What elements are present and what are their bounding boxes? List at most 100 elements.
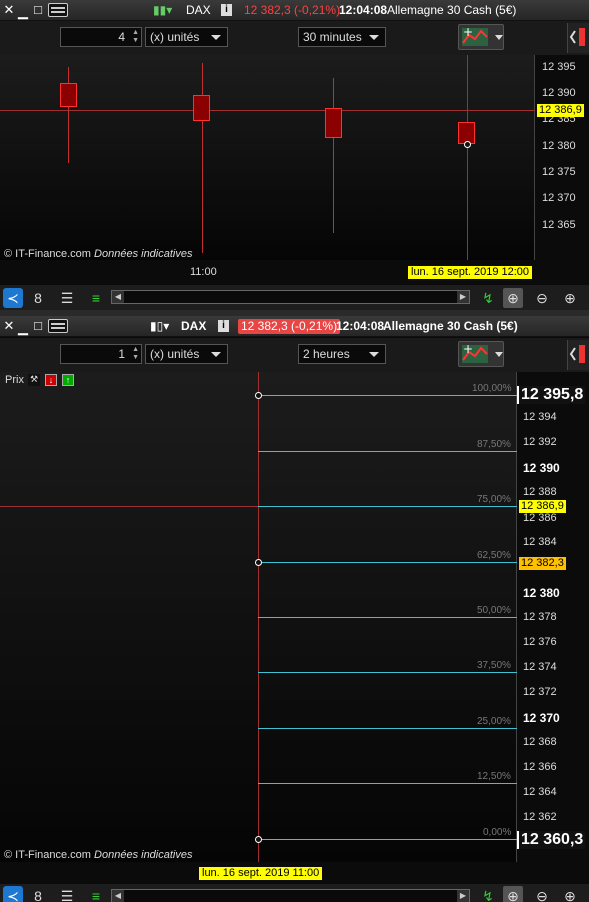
fib-line-75[interactable]	[258, 506, 517, 507]
y-tick-label: 12 390	[523, 461, 560, 475]
chart2-plot-area[interactable]: Prix ⚒ ↓ ↑ 100,00% 87,50% 75,00% 62,50% …	[0, 372, 517, 862]
price-crosshair-horizontal	[0, 110, 535, 111]
fib-label-37: 37,50%	[477, 660, 511, 671]
zoom-in-icon[interactable]: ⊕	[560, 886, 580, 902]
price-pane-label: Prix	[5, 374, 24, 386]
instrument-name[interactable]: DAX	[186, 3, 211, 18]
wrench-icon[interactable]: ⚒	[28, 374, 40, 386]
units-type-dropdown[interactable]: (x) unités	[145, 27, 228, 47]
maximize-icon[interactable]: □	[31, 2, 45, 18]
candle-bar[interactable]	[60, 83, 77, 107]
price-change: 12 382,3 (-0,21%)	[244, 3, 341, 17]
fib-line-50[interactable]	[258, 617, 517, 618]
fib-label-87: 87,50%	[477, 439, 511, 450]
svg-text:+: +	[463, 342, 473, 356]
chart1-time-axis[interactable]: 11:00 lun. 16 sept. 2019 12:00	[0, 260, 535, 282]
order-book-icon[interactable]: ≡	[86, 288, 106, 308]
fib-line-37[interactable]	[258, 672, 517, 673]
y-tick-label: 12 366	[523, 761, 557, 773]
order-book-icon[interactable]: ≡	[86, 886, 106, 902]
keyboard-icon[interactable]	[48, 319, 68, 333]
scroll-right-icon[interactable]: ▶	[457, 890, 469, 902]
info-icon[interactable]: i	[218, 320, 229, 332]
candlestick-icon[interactable]: ▮▮▾	[153, 3, 172, 18]
y-tick-label: 12 380	[542, 140, 576, 152]
chart2-price-axis[interactable]: 12 395,8 12 394 12 392 12 390 12 388 12 …	[517, 372, 589, 867]
arrow-down-icon[interactable]: ↓	[45, 374, 57, 386]
last-price-tag: 12 382,3	[519, 557, 566, 570]
y-tick-label: 12 376	[523, 636, 557, 648]
fib-line-100[interactable]	[258, 395, 517, 396]
current-price-tag: 12 386,9	[519, 500, 566, 513]
candle-bar[interactable]	[325, 108, 342, 138]
minimize-icon[interactable]: ▁	[16, 4, 30, 20]
candlestick-style-icon[interactable]: 8	[28, 288, 48, 308]
timeframe-label: 30 minutes	[303, 30, 362, 44]
indicators-button[interactable]: +	[458, 24, 504, 50]
chart2-time-axis[interactable]: lun. 16 sept. 2019 11:00	[0, 862, 517, 884]
chart1-price-axis[interactable]: 12 395 12 390 12 385 12 380 12 375 12 37…	[535, 55, 589, 265]
fib-line-87[interactable]	[258, 451, 517, 452]
list-icon[interactable]: ☰	[57, 886, 77, 902]
watermark-note: Données indicatives	[94, 849, 193, 861]
y-tick-label: 12 372	[523, 686, 557, 698]
cursor-point[interactable]	[464, 141, 471, 148]
watermark: © IT-Finance.com Données indicatives	[4, 849, 192, 861]
close-icon[interactable]: ✕	[2, 2, 16, 18]
units-value: 1	[118, 347, 125, 361]
spinner-arrows-icon[interactable]: ▲ ▼	[132, 29, 139, 45]
y-tick-label: 12 370	[523, 711, 560, 725]
close-icon[interactable]: ✕	[2, 318, 16, 334]
instrument-name[interactable]: DAX	[181, 319, 206, 334]
zoom-in-icon[interactable]: ⊕	[560, 288, 580, 308]
watermark-note: Données indicatives	[94, 248, 193, 260]
crosshair-date-tag: lun. 16 sept. 2019 12:00	[408, 266, 533, 279]
fib-label-62: 62,50%	[477, 550, 511, 561]
maximize-icon[interactable]: □	[31, 318, 45, 334]
x-tick-label: 11:00	[190, 266, 217, 278]
fib-line-12[interactable]	[258, 783, 517, 784]
side-panel-toggle[interactable]	[567, 340, 589, 370]
zoom-out-icon[interactable]: ⊖	[532, 288, 552, 308]
fib-line-62[interactable]	[258, 562, 517, 563]
fib-anchor-low[interactable]	[255, 836, 262, 843]
share-icon[interactable]: ≺	[3, 886, 23, 902]
arrow-up-icon[interactable]: ↑	[62, 374, 74, 386]
scroll-left-icon[interactable]: ◀	[112, 291, 124, 303]
scroll-right-icon[interactable]: ▶	[457, 291, 469, 303]
timeframe-dropdown[interactable]: 30 minutes	[298, 27, 386, 47]
zoom-select-icon[interactable]: ⊕	[503, 886, 523, 902]
y-tick-label: 12 365	[542, 219, 576, 231]
scroll-left-icon[interactable]: ◀	[112, 890, 124, 902]
price-change: 12 382,3 (-0,21%)	[238, 319, 341, 334]
timeframe-dropdown[interactable]: 2 heures	[298, 344, 386, 364]
fib-anchor-high[interactable]	[255, 392, 262, 399]
candlestick-icon[interactable]: ▮▯▾	[150, 319, 169, 334]
zoom-out-icon[interactable]: ⊖	[532, 886, 552, 902]
fib-line-25[interactable]	[258, 728, 517, 729]
units-spinner[interactable]: 1 ▲ ▼	[60, 344, 142, 364]
time-scrollbar[interactable]: ◀ ▶	[111, 290, 470, 304]
units-type-dropdown[interactable]: (x) unités	[145, 344, 228, 364]
share-icon[interactable]: ≺	[3, 288, 23, 308]
time-scrollbar[interactable]: ◀ ▶	[111, 889, 470, 902]
list-icon[interactable]: ☰	[57, 288, 77, 308]
info-icon[interactable]: i	[221, 4, 232, 16]
fib-anchor-mid[interactable]	[255, 559, 262, 566]
fib-line-0[interactable]	[258, 839, 517, 840]
units-spinner[interactable]: 4 ▲ ▼	[60, 27, 142, 47]
candle-bar[interactable]	[193, 95, 210, 121]
chart1-plot-area[interactable]: © IT-Finance.com Données indicatives	[0, 55, 535, 260]
side-panel-toggle[interactable]	[567, 23, 589, 53]
clock-time: 12:04:08	[339, 3, 388, 17]
keyboard-icon[interactable]	[48, 3, 68, 17]
autoscale-icon[interactable]: ↯	[478, 886, 498, 902]
zoom-select-icon[interactable]: ⊕	[503, 288, 523, 308]
fib-label-50: 50,00%	[477, 605, 511, 616]
candlestick-style-icon[interactable]: 8	[28, 886, 48, 902]
spinner-arrows-icon[interactable]: ▲ ▼	[132, 346, 139, 362]
crosshair-date-tag: lun. 16 sept. 2019 11:00	[199, 867, 323, 880]
minimize-icon[interactable]: ▁	[16, 320, 30, 336]
indicators-button[interactable]: +	[458, 341, 504, 367]
autoscale-icon[interactable]: ↯	[478, 288, 498, 308]
